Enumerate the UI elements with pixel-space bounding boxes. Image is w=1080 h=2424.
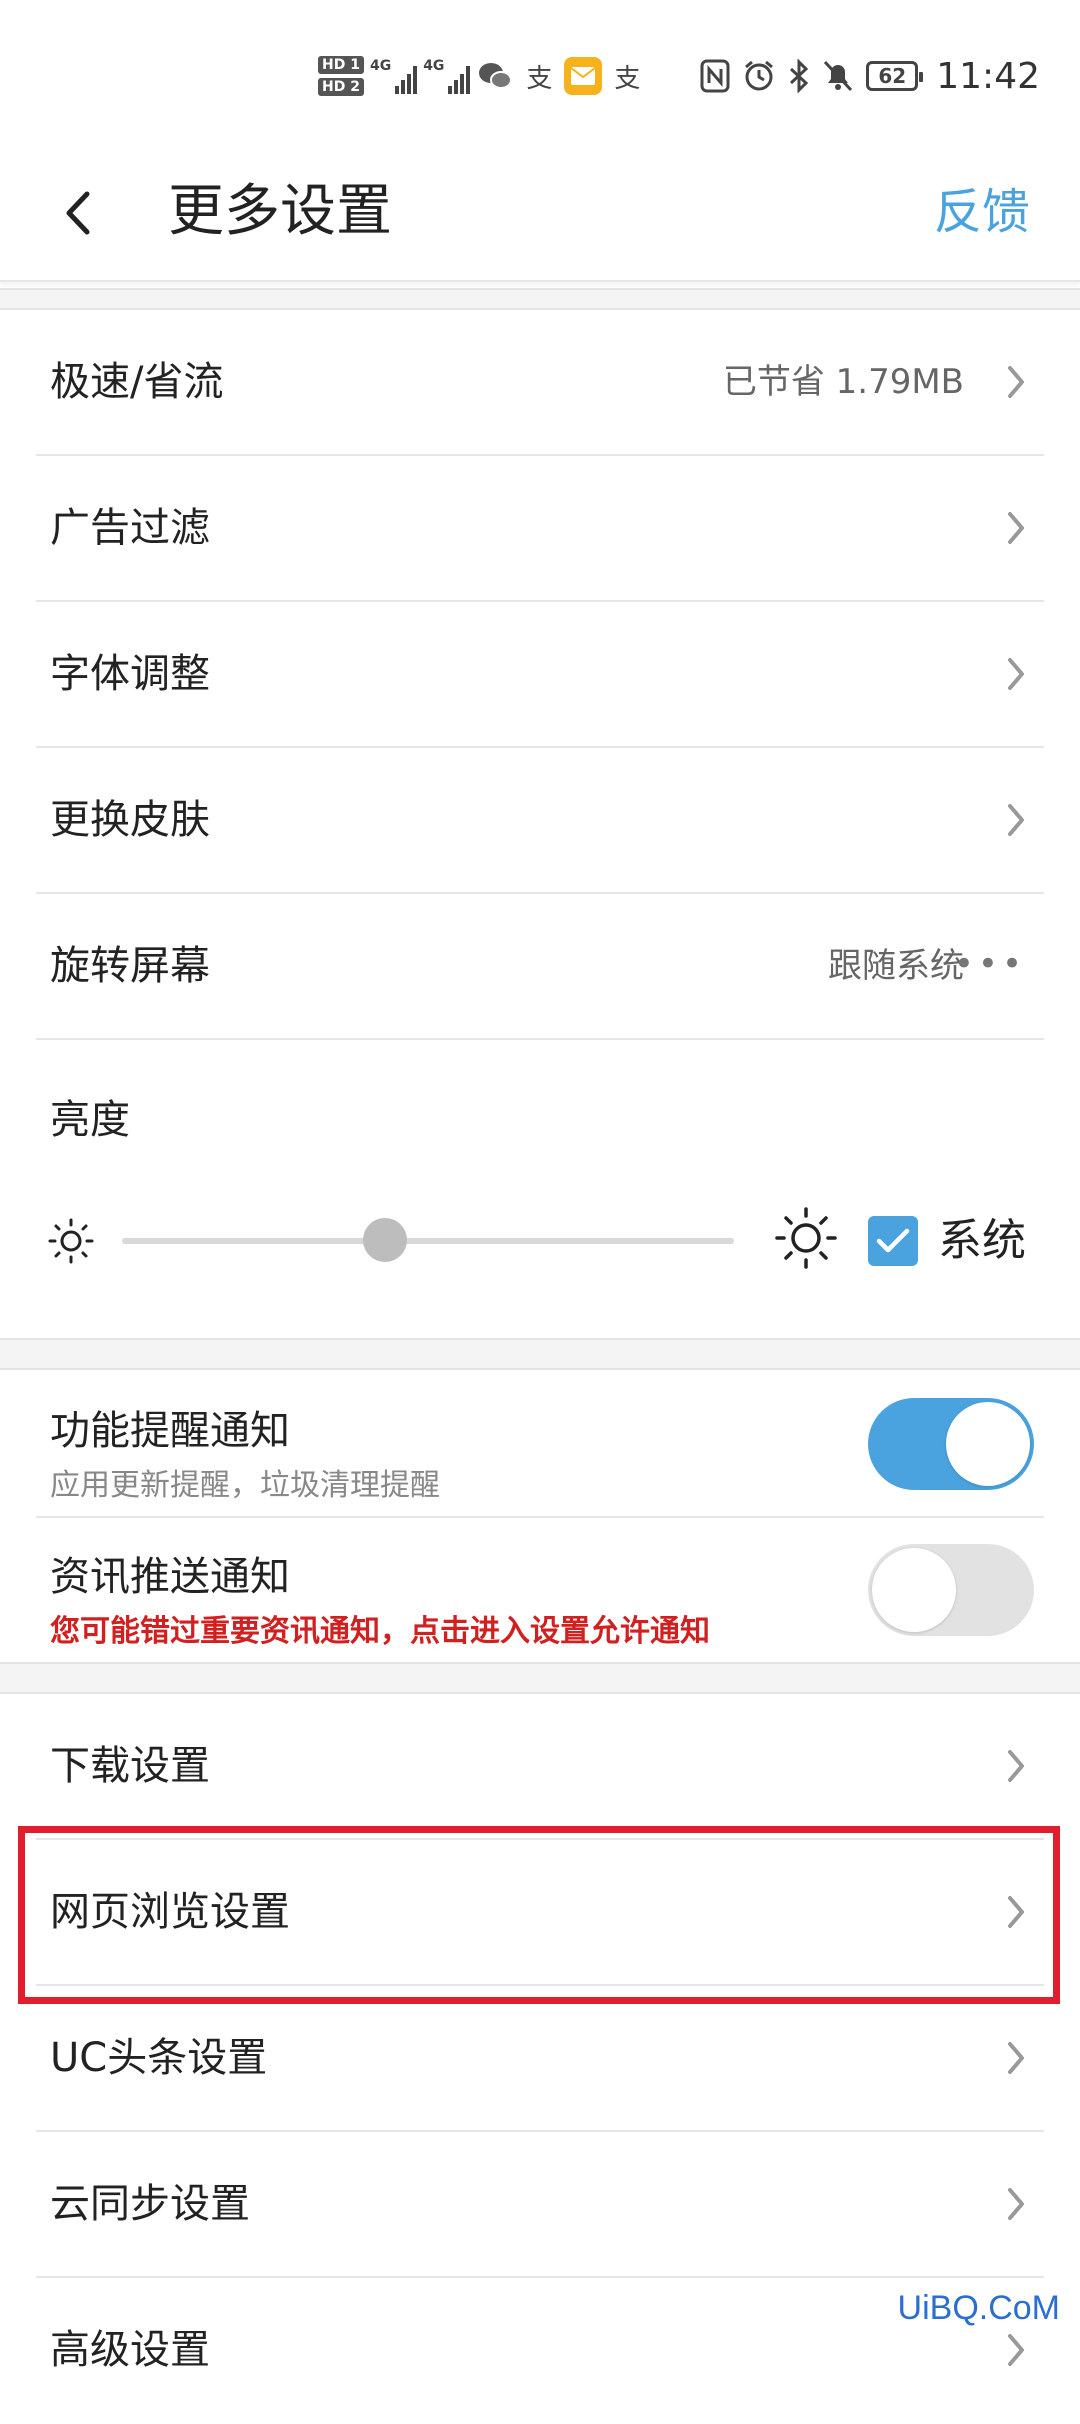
row-label: 极速/省流 — [50, 359, 224, 405]
feature-notification-toggle[interactable] — [868, 1398, 1034, 1490]
section-divider — [0, 1338, 1080, 1370]
section-divider — [0, 288, 1080, 310]
mute-icon — [822, 59, 854, 93]
row-speed-saving[interactable]: 极速/省流 已节省 1.79MB — [36, 310, 1044, 456]
more-dots-icon: ••• — [953, 944, 1026, 984]
chevron-right-icon — [1008, 366, 1024, 398]
row-label: 更换皮肤 — [50, 797, 210, 843]
notification-warning[interactable]: 您可能错过重要资讯通知，点击进入设置允许通知 — [50, 1606, 710, 1650]
chevron-left-icon — [66, 191, 90, 235]
row-label: 字体调整 — [50, 651, 210, 697]
sun-large-icon — [775, 1207, 837, 1269]
brightness-slider-handle[interactable] — [363, 1218, 408, 1262]
network1-label: 4G — [369, 58, 392, 74]
row-font-adjust[interactable]: 字体调整 — [36, 602, 1044, 748]
news-notification-toggle[interactable] — [868, 1544, 1034, 1636]
status-bar-left: HD 1 HD 2 4G 4G 支 支 — [318, 48, 646, 104]
row-value: 跟随系统 — [828, 946, 964, 986]
signal-1-icon: 4G — [369, 58, 418, 94]
chevron-right-icon — [1008, 2188, 1024, 2220]
row-label: 旋转屏幕 — [50, 943, 210, 989]
row-uc-headline-settings[interactable]: UC头条设置 — [36, 1986, 1044, 2132]
brightness-slider[interactable] — [122, 1238, 734, 1244]
toggle-knob — [872, 1548, 956, 1632]
row-feature-notification: 功能提醒通知 应用更新提醒，垃圾清理提醒 — [36, 1370, 1044, 1518]
highlight-box — [18, 1826, 1060, 2004]
bluetooth-icon — [788, 59, 810, 93]
wechat-icon — [476, 57, 514, 95]
sun-small-icon — [48, 1218, 94, 1264]
row-label: 下载设置 — [50, 1743, 210, 1789]
status-bar-right: 62 11:42 — [700, 48, 1040, 104]
brightness-title: 亮度 — [50, 1097, 130, 1143]
status-time: 11:42 — [936, 55, 1040, 97]
app-header: 更多设置 反馈 — [0, 150, 1080, 282]
chevron-right-icon — [1008, 804, 1024, 836]
signal-2-icon: 4G — [423, 58, 471, 94]
row-rotate-screen[interactable]: 旋转屏幕 跟随系统 ••• — [36, 894, 1044, 1040]
row-cloud-sync-settings[interactable]: 云同步设置 — [36, 2132, 1044, 2278]
row-label: 高级设置 — [50, 2327, 210, 2373]
chevron-right-icon — [1008, 658, 1024, 690]
watermark-text: UiBQ.CoM — [897, 2289, 1060, 2327]
chevron-right-icon — [1008, 2334, 1024, 2366]
sim-indicators: HD 1 HD 2 — [318, 56, 364, 96]
system-brightness-checkbox[interactable] — [868, 1216, 918, 1266]
feedback-button[interactable]: 反馈 — [934, 172, 1030, 252]
chevron-right-icon — [1008, 2042, 1024, 2074]
chevron-right-icon — [1008, 1750, 1024, 1782]
back-button[interactable] — [55, 178, 115, 248]
row-label: 广告过滤 — [50, 505, 210, 551]
alarm-icon — [742, 59, 776, 93]
row-download-settings[interactable]: 下载设置 — [36, 1694, 1044, 1840]
chevron-right-icon — [1008, 512, 1024, 544]
row-change-skin[interactable]: 更换皮肤 — [36, 748, 1044, 894]
row-ad-filter[interactable]: 广告过滤 — [36, 456, 1044, 602]
row-label: 云同步设置 — [50, 2181, 250, 2227]
row-advanced-settings[interactable]: 高级设置 — [36, 2278, 1044, 2424]
row-title: 资讯推送通知 — [50, 1554, 290, 1600]
toggle-knob — [946, 1402, 1030, 1486]
sim2-badge: HD 2 — [318, 78, 364, 96]
sim1-badge: HD 1 — [318, 56, 364, 74]
section-divider — [0, 1662, 1080, 1694]
nfc-icon — [700, 59, 730, 93]
battery-level: 62 — [878, 64, 907, 88]
row-label: UC头条设置 — [50, 2035, 268, 2081]
mail-icon — [564, 57, 603, 95]
row-title: 功能提醒通知 — [50, 1408, 290, 1454]
alipay-icon: 支 — [614, 63, 641, 94]
status-bar: HD 1 HD 2 4G 4G 支 支 62 11:42 — [0, 0, 1080, 150]
alipay-icon: 支 — [526, 63, 553, 94]
system-brightness-label: 系统 — [938, 1215, 1026, 1266]
battery-icon: 62 — [866, 61, 924, 91]
row-news-notification[interactable]: 资讯推送通知 您可能错过重要资讯通知，点击进入设置允许通知 — [36, 1518, 1044, 1662]
network2-label: 4G — [423, 58, 445, 74]
row-subtitle: 应用更新提醒，垃圾清理提醒 — [50, 1468, 440, 1503]
page-title: 更多设置 — [168, 179, 392, 244]
checkmark-icon — [876, 1228, 910, 1253]
row-value: 已节省 1.79MB — [722, 362, 964, 402]
